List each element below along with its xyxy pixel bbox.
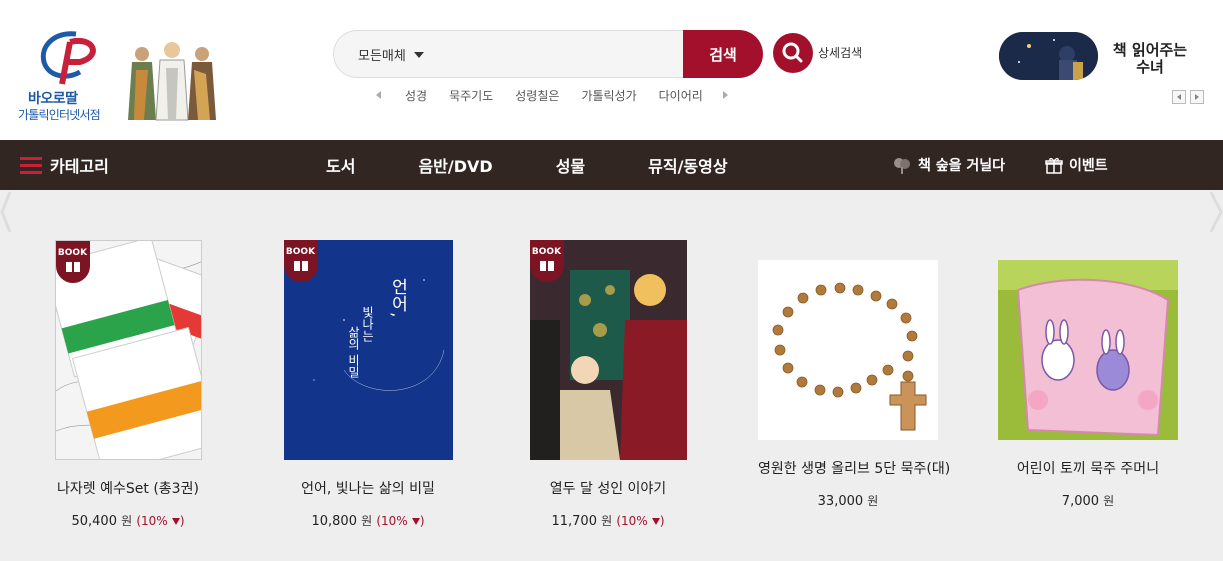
discount-label: (10% (376, 514, 408, 528)
book-badge: BOOK (529, 240, 564, 282)
site-logo[interactable]: 바오로딸 가톨릭인터넷서점 (18, 28, 114, 124)
logo-name: 바오로딸 (28, 91, 78, 107)
product-image[interactable] (998, 260, 1178, 440)
product-card[interactable]: 영원한 생명 올리브 5단 묵주(대) 33,000 원 (758, 260, 950, 509)
header: 바오로딸 가톨릭인터넷서점 모든매체 검색 상세검색 성경 묵주기도 성령칠은 (0, 0, 1223, 140)
product-image[interactable]: BOOK (54, 240, 202, 460)
keyword-item[interactable]: 묵주기도 (449, 87, 493, 104)
product-title[interactable]: 나자렛 예수Set (총3권) (38, 478, 218, 498)
keyword-item[interactable]: 성경 (405, 87, 427, 104)
product-price: 7,000 원 (1061, 494, 1115, 509)
product-card[interactable]: BOOK 나자렛 예수Set (총3권) 50,400 원 (10% ) (38, 240, 218, 529)
advanced-search-button[interactable] (773, 33, 813, 73)
hamburger-icon (20, 156, 42, 174)
media-select[interactable]: 모든매체 (358, 45, 424, 64)
logo-mark-icon (40, 31, 96, 85)
promo-next-button[interactable] (1190, 90, 1204, 104)
tree-icon (894, 158, 910, 174)
promo-nav (1172, 90, 1204, 104)
media-select-label: 모든매체 (358, 49, 406, 64)
product-image[interactable]: 언어, 빛나는 삶의 비밀 BOOK (283, 240, 453, 460)
nav-item-event[interactable]: 이벤트 (1045, 155, 1108, 175)
product-card[interactable]: 어린이 토끼 묵주 주머니 7,000 원 (998, 260, 1178, 509)
product-title[interactable]: 언어, 빛나는 삶의 비밀 (278, 478, 458, 498)
nav-item-book-forest[interactable]: 책 숲을 거닐다 (892, 155, 1005, 175)
rosary-image (758, 260, 938, 440)
promo-banner-image[interactable] (999, 32, 1098, 80)
discount-label: (10% (616, 514, 648, 528)
product-price: 11,700 원 (10% ) (551, 514, 665, 529)
chevron-right-icon[interactable] (1209, 190, 1223, 234)
arrow-down-icon (651, 518, 660, 525)
search-button[interactable]: 검색 (683, 30, 763, 78)
product-title[interactable]: 열두 달 성인 이야기 (518, 478, 698, 498)
product-title[interactable]: 영원한 생명 올리브 5단 묵주(대) (758, 458, 950, 478)
arrow-down-icon (411, 518, 420, 525)
keyword-item[interactable]: 다이어리 (659, 87, 703, 104)
product-price: 10,800 원 (10% ) (311, 514, 425, 529)
promo-title[interactable]: 책 읽어주는 수녀 (1110, 42, 1190, 76)
gift-icon (1045, 158, 1063, 174)
keyword-item[interactable]: 가톨릭성가 (581, 87, 636, 104)
nav-item-music-dvd[interactable]: 음반/DVD (418, 153, 492, 177)
chevron-down-icon (413, 51, 424, 58)
product-title[interactable]: 어린이 토끼 묵주 주머니 (998, 458, 1178, 478)
logo-subtitle: 가톨릭인터넷서점 (18, 108, 101, 122)
arrow-down-icon (171, 518, 180, 525)
chevron-left-icon (1177, 94, 1181, 100)
nav-item-goods[interactable]: 성물 (556, 153, 585, 177)
discount-label: (10% (136, 514, 168, 528)
category-menu-button[interactable]: 카테고리 (20, 140, 109, 190)
search-icon (782, 42, 803, 63)
product-price: 33,000 원 (817, 494, 879, 509)
product-image[interactable]: BOOK (529, 240, 687, 460)
chevron-right-icon[interactable] (723, 91, 728, 99)
book-icon (65, 262, 80, 272)
nav-item-music-video[interactable]: 뮤직/동영상 (648, 153, 727, 177)
product-image[interactable] (758, 260, 938, 440)
popular-keywords: 성경 묵주기도 성령칠은 가톨릭성가 다이어리 (376, 86, 728, 104)
book-badge: BOOK (55, 241, 90, 283)
product-card[interactable]: BOOK 열두 달 성인 이야기 11,700 원 (10% ) (518, 240, 698, 529)
rabbit-pouch-image (998, 260, 1178, 440)
keyword-item[interactable]: 성령칠은 (515, 87, 559, 104)
search-input[interactable]: 모든매체 (333, 30, 683, 78)
apostles-illustration (128, 42, 216, 121)
book-icon (293, 261, 308, 271)
main-nav: 카테고리 도서 음반/DVD 성물 뮤직/동영상 책 숲을 거닐다 이벤트 (0, 140, 1223, 190)
product-price: 50,400 원 (10% ) (71, 514, 185, 529)
promo-prev-button[interactable] (1172, 90, 1186, 104)
product-card[interactable]: 언어, 빛나는 삶의 비밀 BOOK 언어, 빛나는 삶의 비밀 10,800 … (278, 240, 458, 529)
chevron-right-icon (1195, 94, 1199, 100)
nav-item-books[interactable]: 도서 (326, 153, 355, 177)
book-icon (539, 261, 554, 271)
chevron-left-icon[interactable] (376, 91, 381, 99)
book-badge: BOOK (283, 240, 318, 282)
category-label: 카테고리 (50, 157, 109, 176)
night-sky-icon (999, 32, 1098, 80)
chevron-left-icon[interactable] (0, 190, 14, 234)
advanced-search-link[interactable]: 상세검색 (818, 44, 862, 61)
